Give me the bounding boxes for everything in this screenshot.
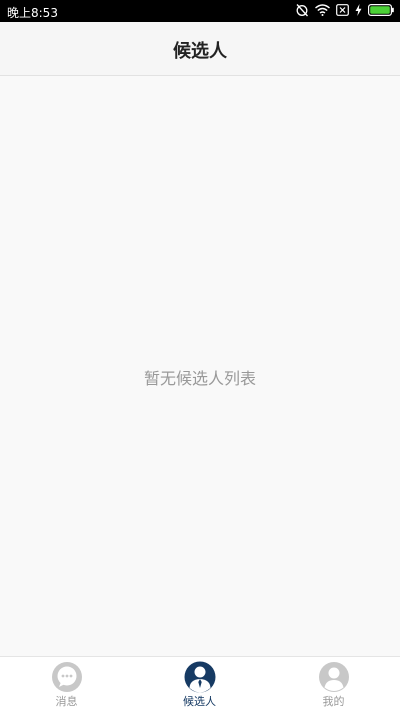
empty-state-message: 暂无候选人列表 [143,369,256,388]
wifi-icon [315,3,330,19]
status-time: 晚上8:53 [7,6,58,20]
profile-icon [318,661,350,693]
page-header: 候选人 [0,22,400,76]
candidate-icon [184,661,216,693]
tab-label-candidates: 候选人 [183,695,216,708]
tab-label-profile: 我的 [322,695,345,708]
message-icon [51,661,83,693]
tab-candidates[interactable]: 候选人 [133,657,266,712]
candidate-list-area: 暂无候选人列表 [0,76,400,656]
tab-messages[interactable]: 消息 [0,657,133,712]
status-icons [295,3,394,19]
tab-label-messages: 消息 [55,695,78,708]
alarm-off-icon [295,3,309,20]
bottom-tab-bar: 消息 候选人 我的 [0,656,400,712]
status-bar: 晚上8:53 [0,0,400,22]
battery-icon [368,3,394,19]
charging-icon [355,3,362,19]
page-title: 候选人 [173,41,227,62]
sim-off-icon [336,3,349,19]
tab-profile[interactable]: 我的 [267,657,400,712]
